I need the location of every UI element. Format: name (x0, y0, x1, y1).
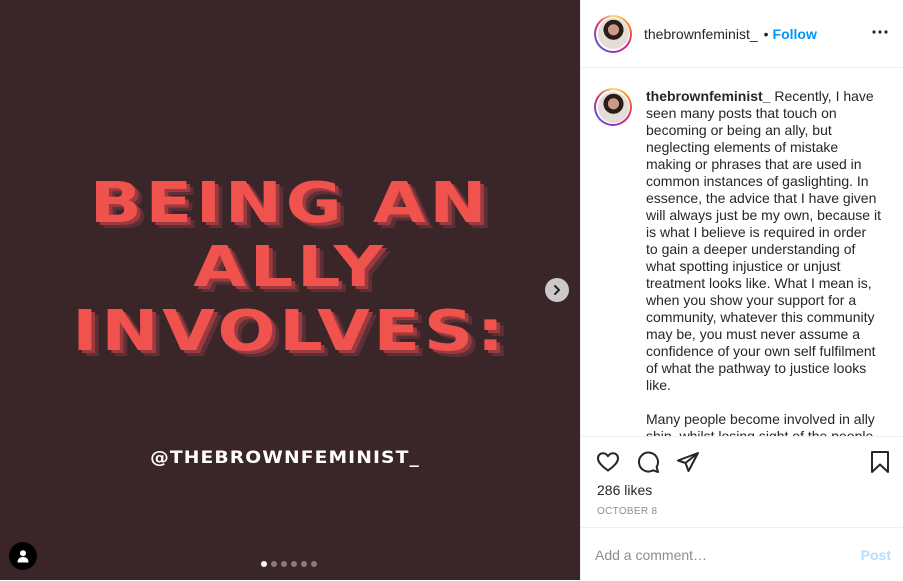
chevron-right-icon (554, 285, 560, 295)
comment-icon (638, 451, 659, 473)
post-actions: 286 likes OCTOBER 8 (581, 436, 903, 529)
likes-count[interactable]: 286 likes (597, 482, 652, 498)
carousel-next-button[interactable] (545, 278, 569, 302)
bookmark-icon (871, 451, 889, 473)
comment-input[interactable] (595, 544, 845, 566)
avatar[interactable] (594, 14, 632, 53)
caption-scroll-area[interactable]: thebrownfeminist_ Recently, I have seen … (581, 68, 903, 436)
caption-body-1: Recently, I have seen many posts that to… (646, 88, 881, 393)
media-handle-text: @THEBROWNFEMINIST_ (150, 448, 420, 468)
user-tag-icon (17, 550, 29, 563)
carousel-dot (311, 561, 317, 567)
like-button[interactable] (595, 449, 621, 475)
headline-line-3: INVOLVES: (72, 299, 508, 364)
post-header: thebrownfeminist_ • Follow (581, 0, 903, 68)
heart-icon (597, 452, 619, 472)
carousel-dot (301, 561, 307, 567)
carousel-indicators (261, 561, 317, 567)
save-button[interactable] (867, 449, 893, 475)
post-sidebar: thebrownfeminist_ • Follow thebrownfemin… (580, 0, 903, 580)
avatar-image (597, 91, 629, 123)
caption: thebrownfeminist_ Recently, I have seen … (581, 68, 903, 436)
share-icon (677, 452, 699, 472)
avatar-image (597, 18, 629, 49)
caption-avatar[interactable] (594, 88, 632, 126)
carousel-dot (271, 561, 277, 567)
comment-form: Post (581, 527, 903, 581)
share-button[interactable] (675, 449, 701, 475)
headline: BEING AN ALLY INVOLVES: (0, 172, 580, 364)
carousel-dot-active (261, 561, 267, 567)
carousel-dot (281, 561, 287, 567)
follow-button[interactable]: Follow (773, 26, 817, 42)
more-options-button[interactable] (870, 22, 890, 42)
carousel-dot (291, 561, 297, 567)
caption-paragraph-1: thebrownfeminist_ Recently, I have seen … (646, 88, 881, 394)
post-date: OCTOBER 8 (597, 506, 658, 517)
post-media[interactable]: BEING AN ALLY INVOLVES: @THEBROWNFEMINIS… (0, 0, 580, 580)
action-icons (595, 449, 701, 475)
more-horizontal-icon (872, 30, 888, 34)
caption-username-link[interactable]: thebrownfeminist_ (646, 88, 770, 104)
headline-line-1: BEING AN (89, 171, 491, 236)
instagram-post: BEING AN ALLY INVOLVES: @THEBROWNFEMINIS… (0, 0, 903, 580)
headline-line-2: ALLY (193, 235, 387, 300)
header-username-link[interactable]: thebrownfeminist_ (644, 26, 758, 42)
caption-paragraph-2: Many people become involved in ally ship… (646, 411, 875, 436)
tagged-users-button[interactable] (9, 542, 37, 570)
post-comment-button[interactable]: Post (861, 547, 891, 563)
header-separator: • (763, 25, 769, 42)
comment-button[interactable] (635, 449, 661, 475)
caption-text: thebrownfeminist_ Recently, I have seen … (646, 88, 881, 436)
